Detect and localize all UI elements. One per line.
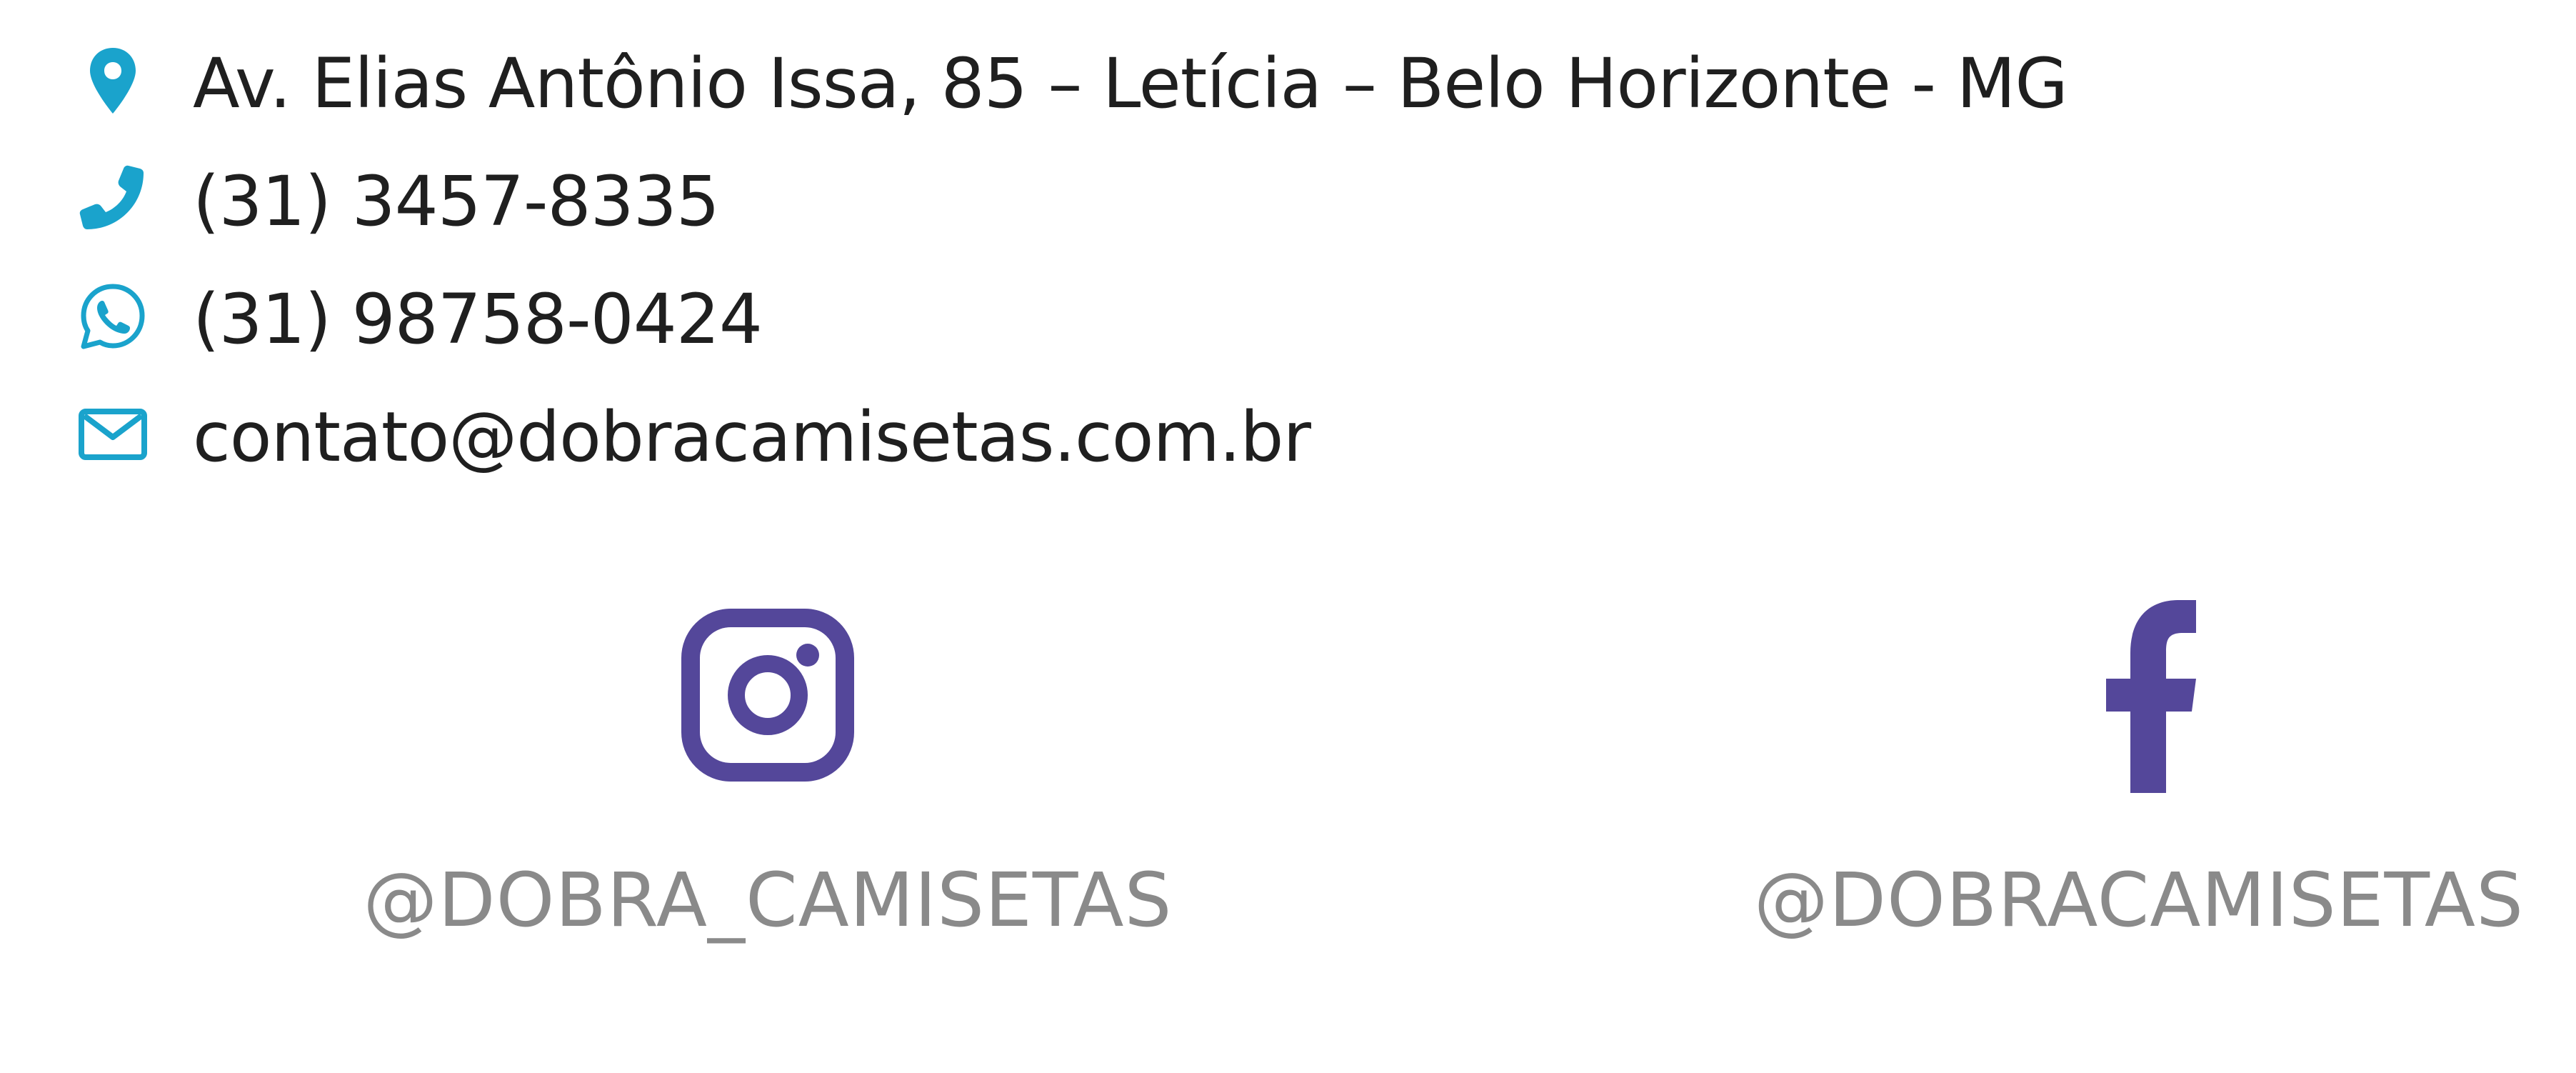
- facebook-icon[interactable]: [2046, 600, 2232, 793]
- contact-address-text: Av. Elias Antônio Issa, 85 – Letícia – B…: [193, 44, 2068, 124]
- instagram-handle-link[interactable]: @DOBRA_CAMISETAS: [339, 843, 1196, 957]
- contact-whatsapp-row[interactable]: (31) 98758-0424: [0, 262, 2576, 376]
- contact-email-text[interactable]: contato@dobracamisetas.com.br: [193, 380, 1311, 494]
- instagram-block[interactable]: @DOBRA_CAMISETAS: [339, 586, 1196, 986]
- facebook-handle-link[interactable]: @DOBRACAMISETAS: [1710, 843, 2567, 957]
- envelope-icon: [77, 399, 149, 470]
- contact-phone-row[interactable]: (31) 3457-8335: [0, 144, 2576, 259]
- facebook-block[interactable]: @DOBRACAMISETAS: [1710, 586, 2567, 986]
- contact-address-row: Av. Elias Antônio Issa, 85 – Letícia – B…: [0, 26, 2576, 141]
- instagram-icon[interactable]: [675, 600, 861, 793]
- map-pin-icon: [77, 45, 149, 116]
- whatsapp-icon: [77, 281, 149, 352]
- contact-email-row[interactable]: contato@dobracamisetas.com.br: [0, 380, 2576, 494]
- phone-icon: [77, 163, 149, 234]
- contact-whatsapp-text[interactable]: (31) 98758-0424: [193, 262, 763, 376]
- contact-phone-text[interactable]: (31) 3457-8335: [193, 144, 720, 259]
